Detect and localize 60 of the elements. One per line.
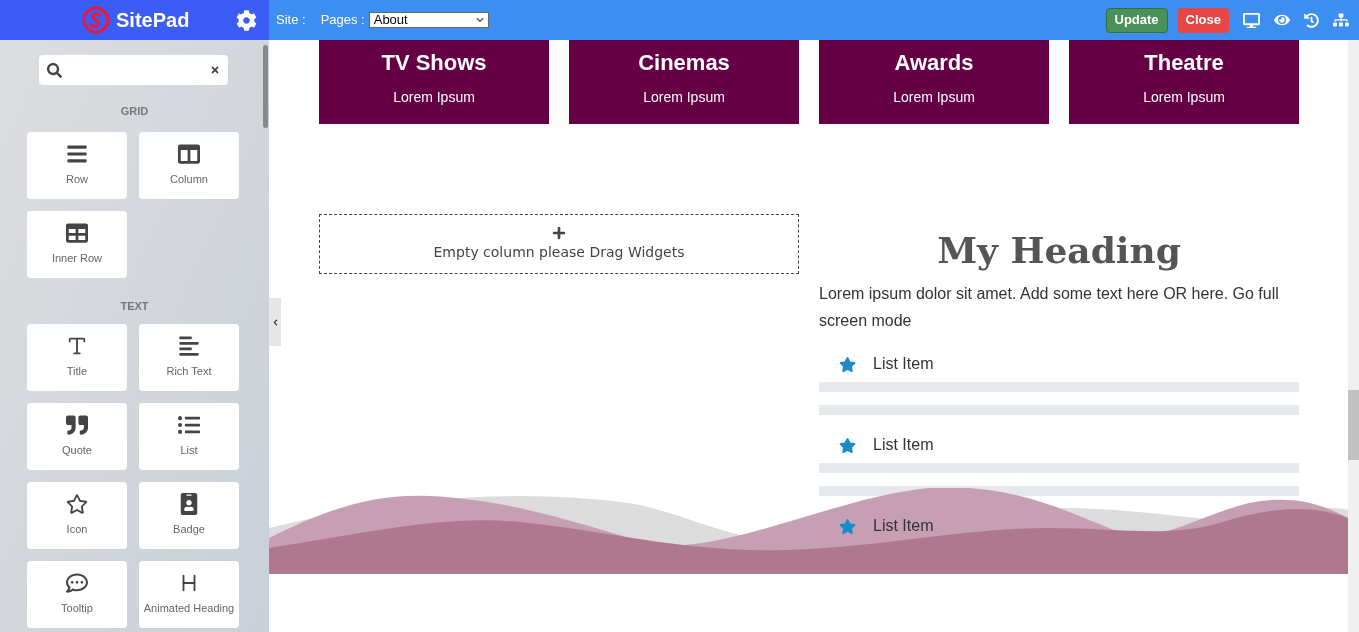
card-title: Awards	[894, 49, 974, 77]
card-text: Lorem Ipsum	[893, 88, 975, 107]
list-item: List Item	[873, 435, 934, 455]
paragraph: Lorem ipsum dolor sit amet. Add some text here OR here. Go full screen mode	[819, 284, 1280, 331]
scrollbar-thumb[interactable]	[1348, 390, 1359, 460]
quote-icon	[66, 414, 88, 437]
badge-icon	[178, 493, 200, 516]
widget-tile[interactable]: Animated Heading	[139, 561, 239, 628]
settings-icon[interactable]	[236, 9, 257, 31]
logo-icon	[82, 6, 110, 34]
section-title: GRID	[120, 104, 149, 119]
list-icon	[178, 414, 200, 437]
list-item: List Item	[873, 516, 934, 536]
page-select[interactable]: About	[368, 12, 489, 28]
card-text: Lorem Ipsum	[643, 88, 725, 107]
pages-label: Pages :	[320, 11, 365, 30]
star-icon	[839, 436, 856, 454]
search-field[interactable]	[38, 55, 228, 85]
widget-tile[interactable]: Tooltip	[27, 561, 127, 628]
search-icon	[46, 62, 62, 78]
sitemap-icon[interactable]	[1333, 12, 1349, 28]
widget-tile[interactable]: Inner Row	[27, 210, 127, 278]
card-title: Theatre	[1144, 49, 1224, 77]
close-button[interactable]: Close	[1177, 7, 1229, 33]
chevron-left-icon	[271, 318, 279, 326]
widget-tile[interactable]: List	[139, 403, 239, 470]
desktop-icon[interactable]	[1243, 11, 1260, 29]
scrollbar-thumb[interactable]	[263, 45, 268, 128]
dropdown-icon	[475, 16, 484, 24]
site-label: Site :	[276, 11, 306, 30]
update-button[interactable]: Update	[1105, 7, 1168, 33]
card-title: Cinemas	[638, 49, 730, 77]
star-icon	[839, 517, 856, 535]
history-icon[interactable]	[1304, 12, 1319, 28]
section-heading: My Heading	[937, 228, 1181, 273]
widget-tile[interactable]: Icon	[27, 482, 127, 549]
section-title: TEXT	[120, 298, 149, 314]
widget-tile[interactable]: Row	[27, 131, 127, 199]
list-item: List Item	[873, 354, 934, 374]
star-icon	[839, 355, 856, 373]
text-lines-icon	[178, 335, 200, 358]
card-title: TV Shows	[381, 49, 487, 77]
widget-tile[interactable]: Badge	[139, 482, 239, 549]
brand-name: SitePad	[116, 8, 190, 33]
widget-tile[interactable]: Quote	[27, 403, 127, 470]
columns-icon	[178, 142, 200, 165]
card-text: Lorem Ipsum	[1143, 88, 1225, 107]
plus-icon	[552, 225, 566, 240]
speech-bubble-icon	[66, 572, 88, 595]
dropzone-text: Empty column please Drag Widgets	[433, 242, 685, 262]
table-icon	[66, 221, 88, 244]
widget-tile[interactable]: Column	[139, 131, 239, 199]
widget-tile[interactable]: Title	[27, 324, 127, 391]
empty-column-dropzone[interactable]: Empty column please Drag Widgets	[319, 214, 799, 274]
widget-tile[interactable]: Rich Text	[139, 324, 239, 391]
star-icon	[66, 493, 88, 516]
card-text: Lorem Ipsum	[393, 88, 475, 107]
collapse-tab[interactable]	[269, 298, 281, 346]
close-icon[interactable]	[209, 65, 220, 75]
preview-icon[interactable]	[1274, 12, 1290, 28]
